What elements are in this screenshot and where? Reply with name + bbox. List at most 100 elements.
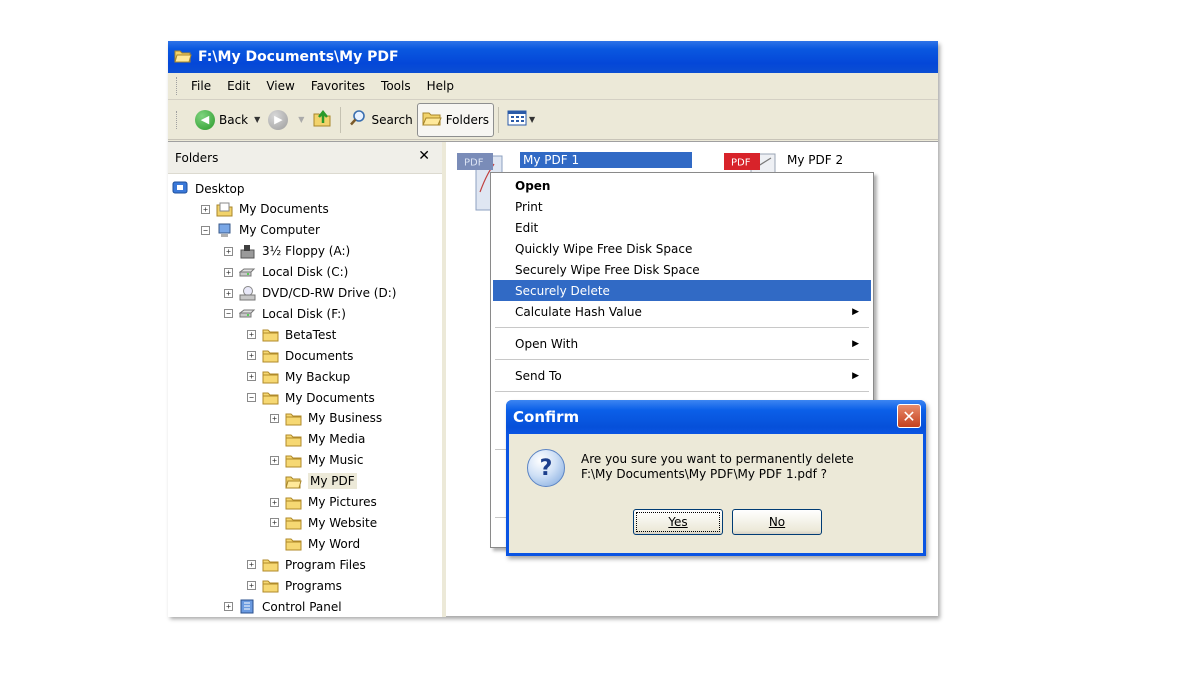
menu-item-send-to[interactable]: Send To ▶ (493, 365, 871, 386)
toolbar-grip[interactable] (176, 110, 179, 129)
expand-icon[interactable]: + (270, 518, 279, 528)
tree-item[interactable]: + Program Files (247, 554, 366, 575)
tree-item-label: My Computer (239, 223, 320, 238)
expand-icon[interactable]: + (247, 372, 256, 382)
dialog-titlebar[interactable]: Confirm ✕ (506, 400, 926, 434)
tree-item[interactable]: + Local Disk (C:) (224, 262, 348, 283)
tree-item[interactable]: My PDF (270, 471, 357, 492)
tree-item[interactable]: − Local Disk (F:) (224, 303, 346, 324)
tree-item-label: My Backup (285, 369, 351, 384)
menubar-grip[interactable] (176, 77, 179, 95)
expand-icon[interactable]: + (270, 455, 279, 465)
search-button[interactable]: Search (345, 105, 416, 135)
confirm-dialog: Confirm ✕ ? Are you sure you want to per… (506, 400, 926, 556)
menu-item-label: Open With (515, 336, 579, 351)
menu-view[interactable]: View (266, 79, 294, 93)
menu-separator (495, 327, 869, 328)
tree-item[interactable]: + Control Panel (224, 596, 342, 617)
tree-item[interactable]: My Media (270, 429, 365, 450)
forward-dropdown-icon[interactable]: ▼ (298, 115, 304, 124)
folder-icon (262, 557, 279, 572)
menu-help[interactable]: Help (427, 79, 454, 93)
expand-icon[interactable]: + (224, 288, 233, 298)
tree-item[interactable]: + My Music (270, 450, 363, 471)
yes-button[interactable]: Yes (633, 509, 723, 535)
menu-edit[interactable]: Edit (227, 79, 250, 93)
up-folder-button[interactable] (308, 105, 336, 135)
menu-item-print[interactable]: Print (493, 196, 871, 217)
window-titlebar[interactable]: F:\My Documents\My PDF (168, 41, 938, 73)
tree-item-label: My Pictures (308, 495, 377, 509)
tree-item[interactable]: + My Website (270, 512, 377, 533)
expand-icon[interactable]: + (224, 602, 233, 611)
menu-item-quickly-wipe[interactable]: Quickly Wipe Free Disk Space (493, 238, 871, 259)
menu-file[interactable]: File (191, 79, 211, 93)
folder-icon (285, 536, 302, 551)
expand-icon[interactable]: + (247, 581, 256, 591)
tree-item[interactable]: + Documents (247, 345, 353, 366)
tree-item-label: Programs (285, 578, 342, 593)
expand-icon[interactable]: + (270, 413, 279, 423)
folders-pane-title: Folders (175, 150, 219, 165)
menu-item-securely-wipe[interactable]: Securely Wipe Free Disk Space (493, 259, 871, 280)
open-folder-icon (285, 474, 302, 489)
close-icon[interactable]: ✕ (418, 148, 430, 164)
tree-item[interactable]: +3½ Floppy (A:) (224, 241, 350, 262)
menu-item-edit[interactable]: Edit (493, 217, 871, 238)
folder-icon (262, 578, 279, 593)
dialog-message: Are you sure you want to permanently del… (581, 452, 854, 482)
tree-item-label: My Documents (285, 390, 375, 405)
tree-item[interactable]: Desktop (172, 178, 245, 199)
folder-icon (262, 390, 279, 405)
expand-icon[interactable]: + (247, 560, 256, 570)
dialog-body: ? Are you sure you want to permanently d… (509, 434, 923, 553)
expand-icon[interactable]: + (224, 246, 233, 256)
tree-item[interactable]: + My Backup (247, 366, 350, 387)
collapse-icon[interactable]: − (201, 225, 210, 235)
folder-icon (262, 348, 279, 363)
tree-item-label: My Website (308, 515, 378, 530)
expand-icon[interactable]: + (270, 497, 279, 507)
views-button[interactable]: ▼ (503, 105, 539, 135)
tree-item[interactable]: + Programs (247, 575, 342, 596)
search-button-label: Search (371, 112, 413, 127)
back-button[interactable]: ◀ Back ▼ (191, 105, 264, 135)
no-button[interactable]: No (732, 509, 822, 535)
tree-item[interactable]: + My Documents (201, 199, 329, 220)
menu-item-open-with[interactable]: Open With ▶ (493, 333, 871, 354)
folders-pane: Folders ✕ Desktop + My Documents − My Comput… (168, 142, 446, 617)
back-dropdown-icon[interactable]: ▼ (254, 115, 260, 124)
expand-icon[interactable]: + (201, 204, 210, 214)
desktop-icon (172, 181, 189, 196)
collapse-icon[interactable]: − (247, 393, 256, 402)
collapse-icon[interactable]: − (224, 309, 233, 319)
tree-item[interactable]: + BetaTest (247, 324, 336, 345)
tree-item[interactable]: − My Computer (201, 220, 320, 241)
close-icon[interactable]: ✕ (897, 404, 921, 428)
menu-tools[interactable]: Tools (381, 79, 411, 93)
menu-item-securely-delete[interactable]: Securely Delete (493, 280, 871, 301)
expand-icon[interactable]: + (247, 330, 256, 340)
folders-pane-header: Folders ✕ (168, 142, 442, 174)
expand-icon[interactable]: + (224, 267, 233, 277)
views-dropdown-icon: ▼ (529, 115, 536, 124)
open-folder-icon (174, 48, 192, 67)
back-arrow-icon: ◀ (195, 109, 215, 130)
forward-button[interactable]: ▶ ▼ (264, 105, 308, 135)
pdf-badge-text: PDF (464, 158, 484, 169)
folders-button[interactable]: Folders (416, 102, 495, 137)
tree-item[interactable]: + My Pictures (270, 492, 377, 513)
floppy-icon (239, 244, 256, 259)
expand-icon[interactable]: + (247, 351, 256, 361)
tree-item[interactable]: + My Business (270, 408, 382, 429)
file-label: My PDF 1 (520, 152, 692, 168)
tree-item[interactable]: My Word (270, 533, 360, 554)
tree-item[interactable]: − My Documents (247, 387, 375, 408)
menu-favorites[interactable]: Favorites (311, 79, 365, 93)
menu-item-calculate-hash[interactable]: Calculate Hash Value ▶ (493, 301, 871, 322)
tree-item[interactable]: + DVD/CD-RW Drive (D:) (224, 283, 396, 304)
tree-item-label: Local Disk (F:) (262, 306, 346, 321)
documents-folder-icon (216, 202, 233, 217)
folder-icon (285, 495, 302, 510)
menu-item-open[interactable]: Open (493, 175, 871, 196)
